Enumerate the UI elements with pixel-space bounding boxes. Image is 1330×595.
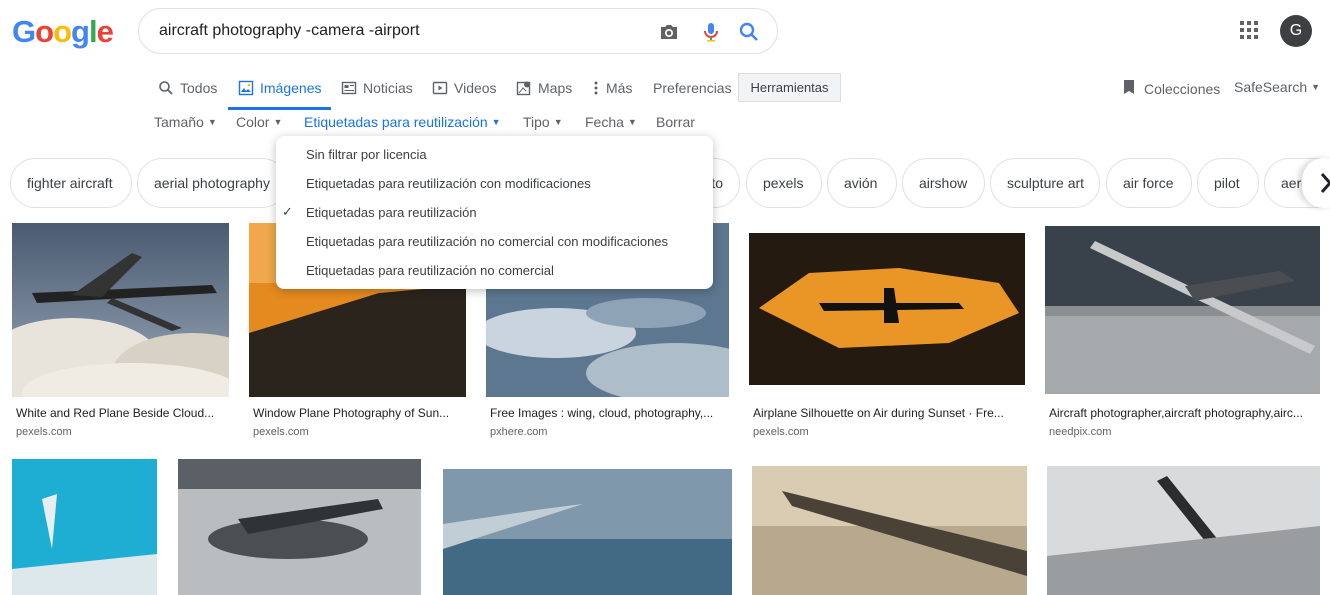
tab-label: Videos <box>454 80 497 96</box>
menu-item-reuse[interactable]: Etiquetadas para reutilización <box>306 205 477 220</box>
menu-item-noncommercial-reuse[interactable]: Etiquetadas para reutilización no comerc… <box>306 263 554 278</box>
camera-icon[interactable] <box>657 20 681 44</box>
result-caption[interactable]: Airplane Silhouette on Air during Sunset… <box>753 406 1023 420</box>
filter-label: Tipo <box>523 114 550 130</box>
result-source: pexels.com <box>253 426 309 438</box>
result-thumbnail[interactable] <box>752 466 1027 595</box>
result-source: pexels.com <box>753 426 809 438</box>
tab-label: Imágenes <box>260 80 322 96</box>
tab-todos[interactable]: Todos <box>158 70 217 106</box>
clear-filters-link[interactable]: Borrar <box>656 114 695 130</box>
tab-noticias[interactable]: Noticias <box>341 70 413 106</box>
tab-mas[interactable]: Más <box>592 70 632 106</box>
checkmark-icon: ✓ <box>282 204 293 219</box>
result-thumbnail[interactable] <box>12 459 157 595</box>
logo-letter: l <box>88 14 98 49</box>
logo-letter: g <box>71 14 90 49</box>
search-input[interactable]: aircraft photography -camera -airport <box>159 22 420 40</box>
tab-videos[interactable]: Videos <box>432 70 497 106</box>
more-vert-icon <box>592 80 600 96</box>
chevron-down-icon: ▼ <box>491 117 501 127</box>
tab-label: Preferencias <box>653 80 732 96</box>
collections-link[interactable]: Colecciones <box>1122 79 1220 98</box>
result-source: pxhere.com <box>490 426 548 438</box>
microphone-icon[interactable] <box>699 20 723 44</box>
filter-date[interactable]: Fecha ▼ <box>585 114 637 130</box>
chip[interactable]: pexels <box>746 158 822 208</box>
result-thumbnail[interactable] <box>1045 226 1320 394</box>
filter-label: Color <box>236 114 270 130</box>
filter-usage-rights[interactable]: Etiquetadas para reutilización ▼ <box>304 114 501 130</box>
result-source: pexels.com <box>16 426 72 438</box>
menu-item-reuse-with-modification[interactable]: Etiquetadas para reutilización con modif… <box>306 176 591 191</box>
result-thumbnail[interactable] <box>12 223 229 397</box>
result-caption[interactable]: White and Red Plane Beside Cloud... <box>16 406 226 420</box>
image-icon <box>238 80 254 96</box>
chip[interactable]: airshow <box>902 158 985 208</box>
safesearch-label: SafeSearch <box>1234 79 1308 95</box>
result-caption[interactable]: Free Images : wing, cloud, photography,.… <box>490 406 725 420</box>
chip[interactable]: air force <box>1106 158 1192 208</box>
search-box[interactable]: aircraft photography -camera -airport <box>138 8 778 54</box>
tab-maps[interactable]: Maps <box>516 70 572 106</box>
chevron-right-icon <box>1320 172 1330 199</box>
avatar[interactable]: G <box>1280 15 1312 47</box>
tab-imagenes[interactable]: Imágenes <box>227 70 333 110</box>
search-tabs: Todos Imágenes Noticias Videos Maps Más … <box>0 70 1330 110</box>
chevron-down-icon: ▼ <box>1311 82 1321 92</box>
tools-filter-bar: Tamaño ▼ Color ▼ Etiquetadas para reutiliz… <box>0 114 1330 134</box>
filter-size[interactable]: Tamaño ▼ <box>154 114 217 130</box>
tab-label: Todos <box>180 80 218 96</box>
chip[interactable]: sculpture art <box>990 158 1100 208</box>
filter-type[interactable]: Tipo ▼ <box>523 114 563 130</box>
filter-label: Fecha <box>585 114 624 130</box>
chevron-down-icon: ▼ <box>553 117 563 127</box>
filter-label: Borrar <box>656 114 695 130</box>
result-source: needpix.com <box>1049 426 1112 438</box>
logo-letter: G <box>12 14 36 49</box>
chevron-down-icon: ▼ <box>207 117 217 127</box>
filter-label: Etiquetadas para reutilización <box>304 114 488 130</box>
map-icon <box>516 80 532 96</box>
result-caption[interactable]: Aircraft photographer,aircraft photograp… <box>1049 406 1319 420</box>
tab-label: Maps <box>538 80 573 96</box>
result-thumbnail[interactable] <box>1047 466 1320 595</box>
menu-item-no-license-filter[interactable]: Sin filtrar por licencia <box>306 147 427 162</box>
tab-label: Más <box>606 80 633 96</box>
apps-grid-icon[interactable] <box>1240 21 1260 41</box>
result-thumbnail[interactable] <box>749 233 1025 385</box>
usage-rights-menu: Sin filtrar por licencia Etiquetadas par… <box>276 136 713 289</box>
search-icon[interactable] <box>737 20 761 44</box>
tab-label: Noticias <box>363 80 413 96</box>
bookmark-icon <box>1122 79 1136 98</box>
chip[interactable]: aerial photography <box>137 158 287 208</box>
result-caption[interactable]: Window Plane Photography of Sun... <box>253 406 463 420</box>
google-logo[interactable]: Google <box>12 14 114 50</box>
chip[interactable]: avión <box>827 158 897 208</box>
result-thumbnail[interactable] <box>178 459 421 595</box>
safesearch-dropdown[interactable]: SafeSearch ▼ <box>1234 79 1320 95</box>
result-thumbnail[interactable] <box>443 469 732 595</box>
logo-letter: o <box>35 14 54 49</box>
preferences-link[interactable]: Preferencias <box>653 70 732 106</box>
logo-letter: e <box>96 14 114 49</box>
video-icon <box>432 80 448 96</box>
chevron-down-icon: ▼ <box>627 117 637 127</box>
filter-color[interactable]: Color ▼ <box>236 114 282 130</box>
chip[interactable]: pilot <box>1197 158 1259 208</box>
filter-label: Tamaño <box>154 114 204 130</box>
tools-button[interactable]: Herramientas <box>738 73 841 102</box>
news-icon <box>341 80 357 96</box>
collections-label: Colecciones <box>1144 80 1221 97</box>
menu-item-noncommercial-reuse-with-modification[interactable]: Etiquetadas para reutilización no comerc… <box>306 234 668 249</box>
logo-letter: o <box>53 14 72 49</box>
chevron-down-icon: ▼ <box>273 117 283 127</box>
search-icon <box>158 80 174 96</box>
chip[interactable]: fighter aircraft <box>10 158 132 208</box>
